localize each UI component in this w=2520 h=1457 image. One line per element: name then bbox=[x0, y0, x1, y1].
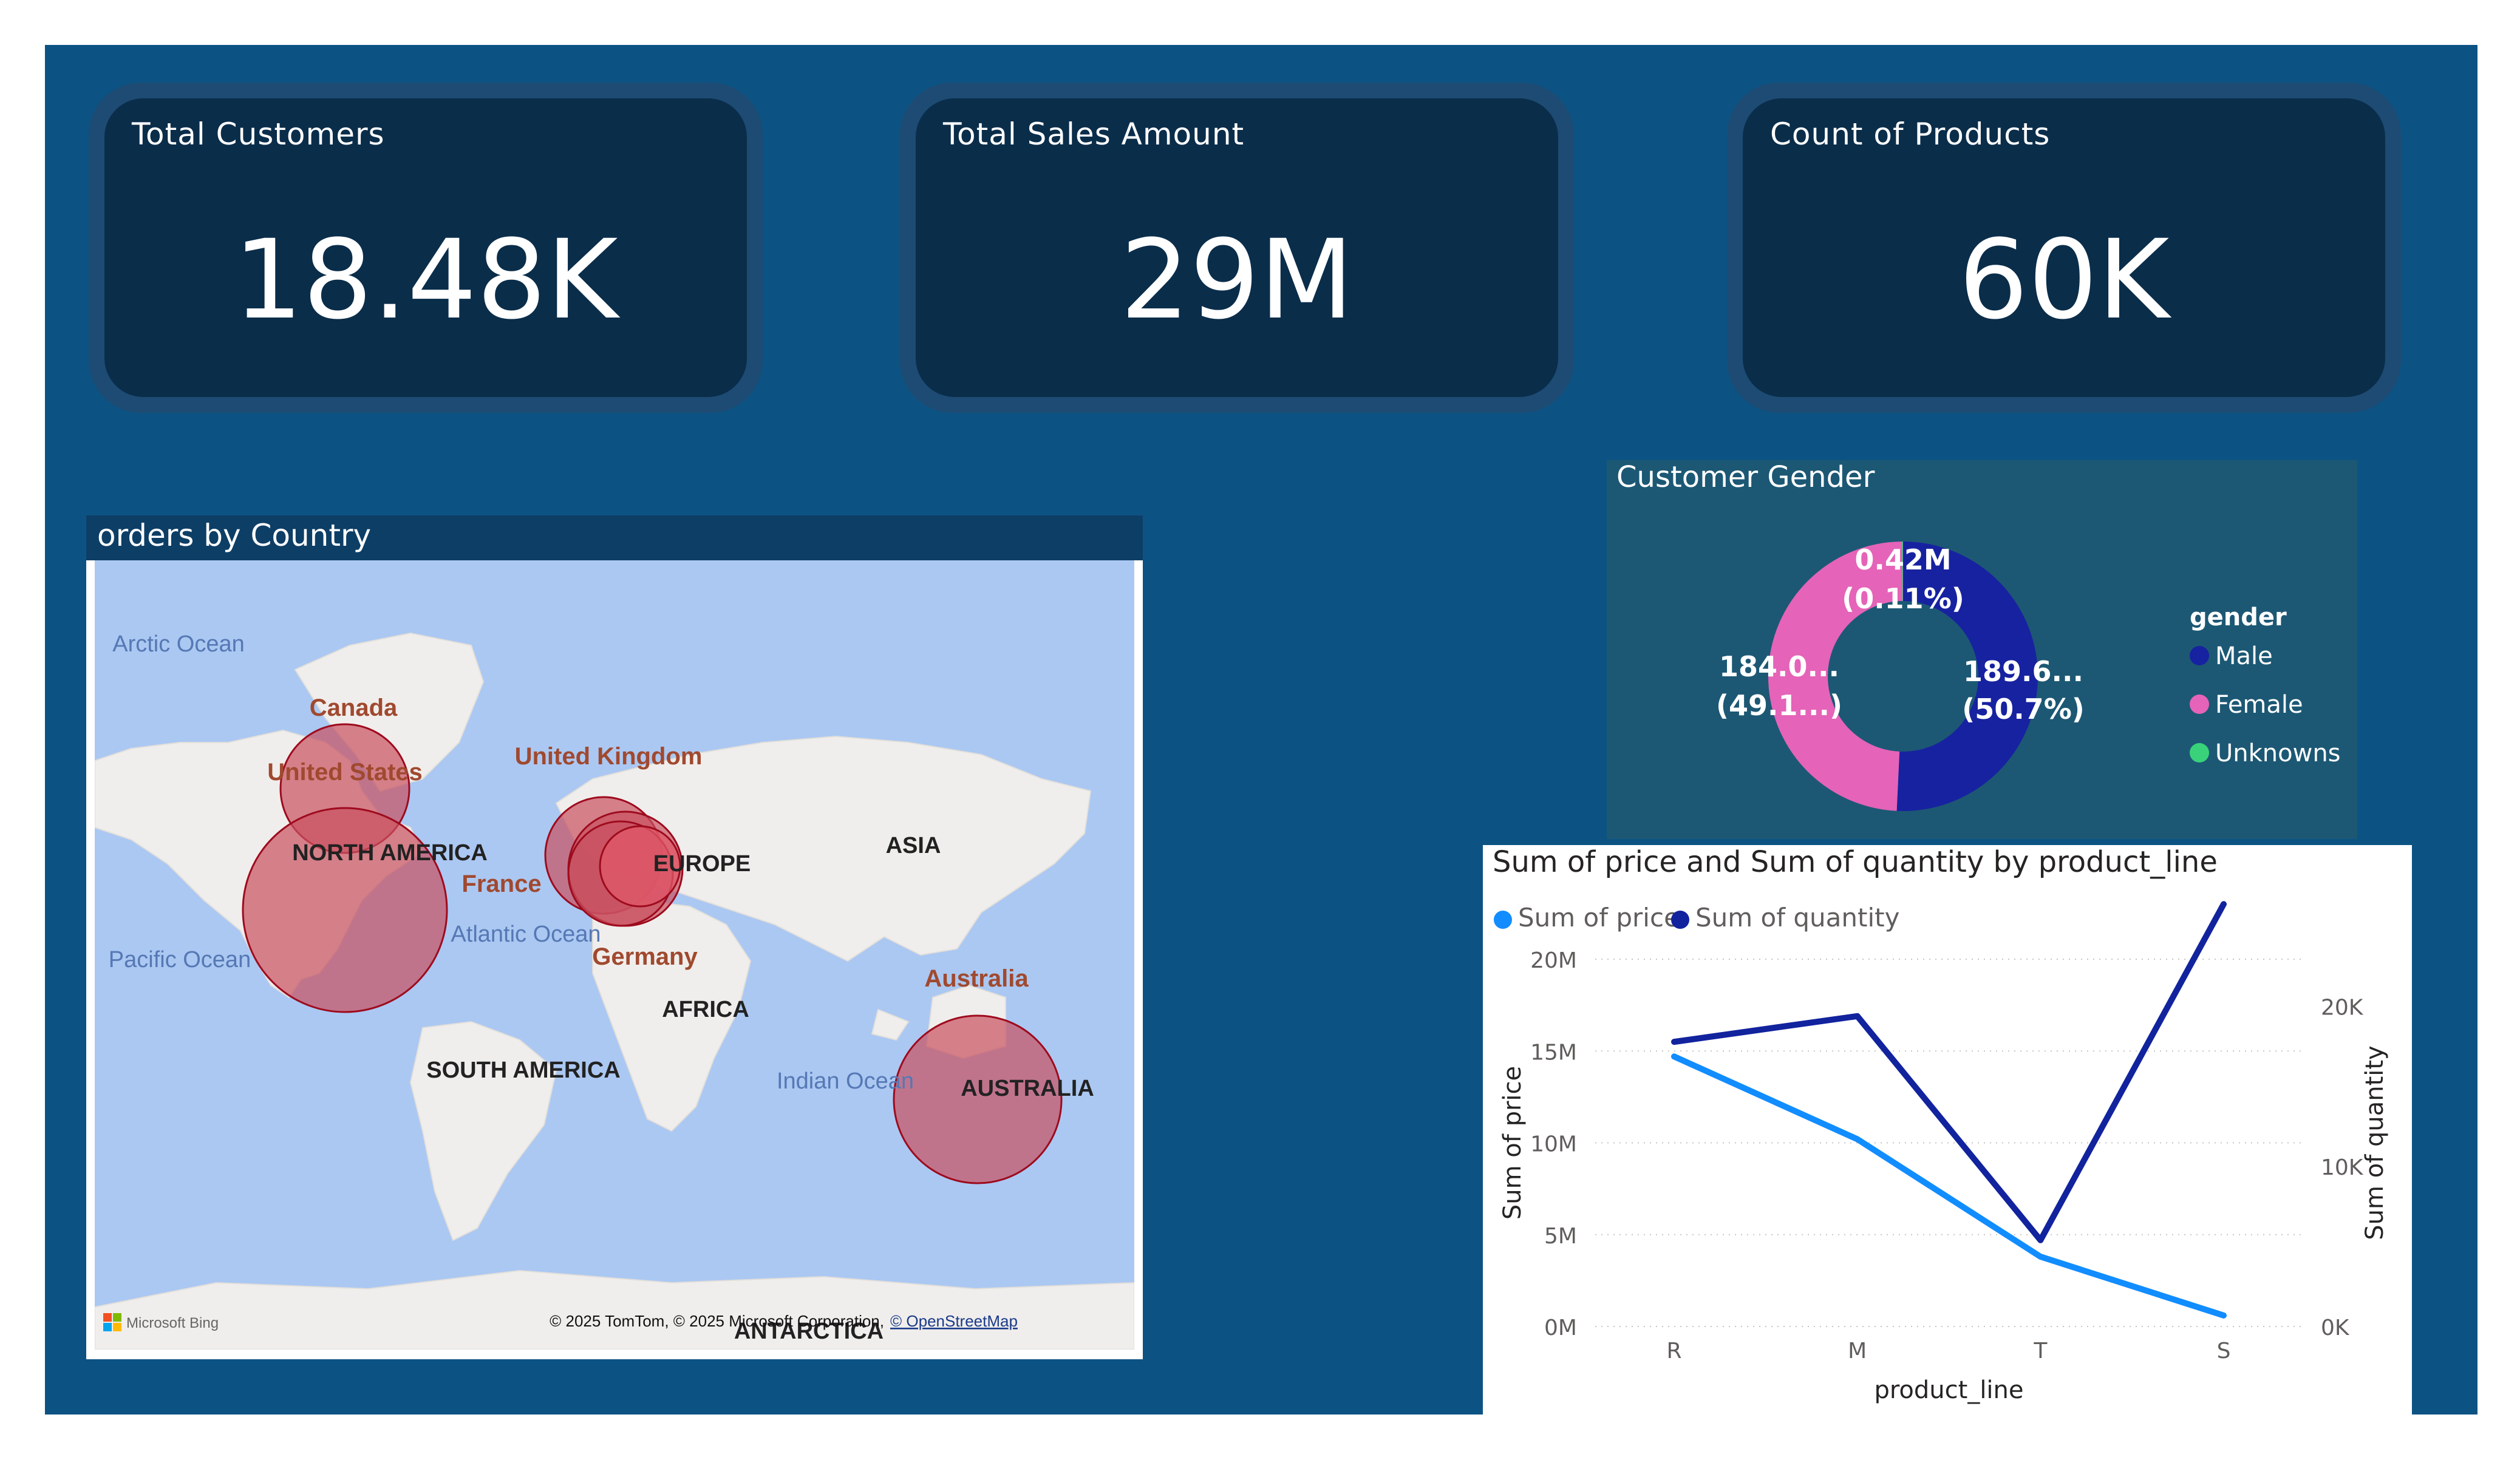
donut-label-unknowns-pct: (0.11%) bbox=[1842, 582, 1964, 615]
kpi-title: Count of Products bbox=[1770, 117, 2051, 152]
kpi-card-count-products[interactable]: Count of Products 60K bbox=[1727, 83, 2401, 413]
kpi-card-total-customers[interactable]: Total Customers 18.48K bbox=[89, 83, 763, 413]
map-attribution: © 2025 TomTom, © 2025 Microsoft Corporat… bbox=[550, 1312, 884, 1330]
ocean-label: Atlantic Ocean bbox=[451, 922, 601, 947]
region-label: SOUTH AMERICA bbox=[426, 1058, 620, 1083]
line-chart[interactable]: 0M5M10M15M20M0K10K20KR M T Sproduct_lineSum… bbox=[1483, 845, 2412, 1415]
country-label: Germany bbox=[592, 943, 698, 970]
legend-marker-unknowns bbox=[2190, 743, 2209, 762]
kpi-card-inner: Total Sales Amount 29M bbox=[916, 98, 1558, 397]
y-axis-label: Sum of price bbox=[1499, 1066, 1527, 1220]
kpi-value: 60K bbox=[1958, 217, 2170, 344]
openstreetmap-link[interactable]: © OpenStreetMap bbox=[890, 1312, 1018, 1330]
map-title: orders by Country bbox=[97, 518, 372, 553]
x-tick-label: S bbox=[2217, 1339, 2231, 1364]
y2-tick-label: 0K bbox=[2321, 1316, 2350, 1340]
y2-axis-label: Sum of quantity bbox=[2361, 1045, 2389, 1240]
x-tick-label: T bbox=[2033, 1339, 2048, 1364]
series-line-price[interactable] bbox=[1671, 1053, 2227, 1319]
x-tick-label: R bbox=[1666, 1339, 1681, 1364]
region-label: NORTH AMERICA bbox=[292, 840, 488, 866]
y2-tick-label: 20K bbox=[2321, 995, 2364, 1020]
country-label: France bbox=[461, 871, 541, 897]
country-label: United Kingdom bbox=[515, 743, 703, 770]
kpi-card-inner: Total Customers 18.48K bbox=[104, 98, 747, 397]
kpi-title: Total Customers bbox=[132, 117, 385, 152]
country-label: Australia bbox=[924, 965, 1029, 992]
gender-legend-title: gender bbox=[2190, 603, 2287, 631]
y2-tick-label: 10K bbox=[2321, 1155, 2364, 1180]
kpi-card-total-sales[interactable]: Total Sales Amount 29M bbox=[900, 83, 1574, 413]
dashboard-canvas: Total Customers 18.48K Total Sales Amoun… bbox=[45, 45, 2477, 1415]
orders-map-card[interactable]: orders by Country Arctic Ocean Pacific O… bbox=[86, 515, 1143, 1359]
legend-label-unknowns[interactable]: Unknowns bbox=[2215, 739, 2341, 767]
kpi-title: Total Sales Amount bbox=[943, 117, 1245, 152]
map-brand: Microsoft Bing bbox=[126, 1315, 219, 1331]
donut-label-male-value: 189.6... bbox=[1963, 655, 2083, 688]
x-axis-label: product_line bbox=[1874, 1376, 2023, 1404]
series-line-quantity[interactable] bbox=[1671, 901, 2227, 1243]
y-tick-label: 15M bbox=[1530, 1040, 1577, 1065]
y-tick-label: 10M bbox=[1530, 1132, 1577, 1157]
ocean-label: Indian Ocean bbox=[777, 1068, 914, 1094]
country-label: United States bbox=[267, 759, 423, 786]
kpi-card-inner: Count of Products 60K bbox=[1743, 98, 2385, 397]
y-tick-label: 0M bbox=[1544, 1316, 1577, 1340]
x-tick-label: M bbox=[1848, 1339, 1867, 1364]
country-label: Canada bbox=[310, 695, 398, 721]
price-quantity-chart-card[interactable]: Sum of price and Sum of quantity by prod… bbox=[1483, 845, 2412, 1415]
y-tick-label: 5M bbox=[1544, 1224, 1577, 1249]
world-map[interactable]: Arctic Ocean Pacific Ocean Atlantic Ocea… bbox=[95, 560, 1134, 1350]
region-label: AUSTRALIA bbox=[961, 1076, 1094, 1101]
ocean-label: Pacific Ocean bbox=[109, 947, 251, 973]
donut-label-female-value: 184.0... bbox=[1719, 650, 1839, 683]
ocean-label: Arctic Ocean bbox=[112, 631, 245, 657]
legend-label-female[interactable]: Female bbox=[2215, 691, 2303, 719]
kpi-value: 29M bbox=[1120, 217, 1354, 344]
y-tick-label: 20M bbox=[1530, 948, 1577, 973]
region-label: ASIA bbox=[886, 833, 941, 858]
region-label: EUROPE bbox=[653, 851, 751, 877]
customer-gender-card[interactable]: Customer Gender 189.6... (50.7%) 184.0..… bbox=[1607, 460, 2357, 839]
donut-label-male-pct: (50.7%) bbox=[1962, 693, 2085, 725]
donut-label-female-pct: (49.1...) bbox=[1716, 689, 1842, 722]
bubble-united-states[interactable] bbox=[242, 807, 448, 1013]
kpi-value: 18.48K bbox=[233, 217, 618, 344]
map-header: orders by Country bbox=[86, 515, 1143, 560]
legend-marker-male bbox=[2190, 646, 2209, 665]
legend-label-male[interactable]: Male bbox=[2215, 642, 2273, 670]
donut-label-unknowns-value: 0.42M bbox=[1854, 543, 1951, 576]
legend-marker-female bbox=[2190, 695, 2209, 714]
region-label: AFRICA bbox=[662, 997, 749, 1022]
gender-donut-chart[interactable]: 189.6... (50.7%) 184.0... (49.1...) 0.42… bbox=[1607, 460, 2357, 839]
